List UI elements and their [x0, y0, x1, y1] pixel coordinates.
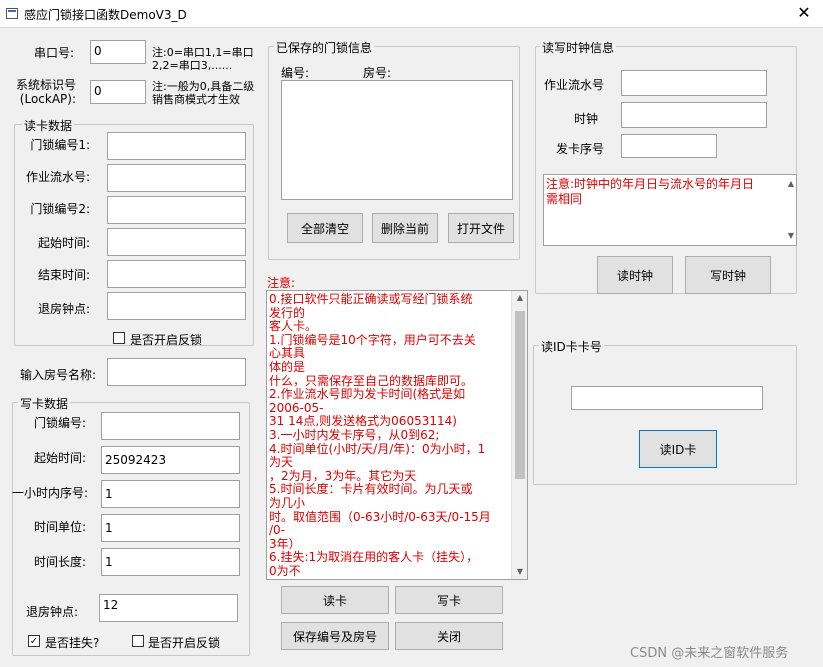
read-start-time-input[interactable] — [107, 228, 246, 256]
note-scroll-up-icon[interactable]: ▲ — [786, 179, 796, 188]
lost-checkbox[interactable]: ✓ — [28, 635, 40, 647]
read-serial-input[interactable] — [107, 164, 246, 192]
write-hour-seq-input[interactable]: 1 — [101, 480, 240, 508]
clock-seq-input[interactable] — [621, 134, 717, 158]
sysid-note: 注:一般为0,具备二级销售商模式才生效 — [152, 80, 255, 106]
notes-line: /0- — [269, 523, 286, 538]
read-lock-id1-input[interactable] — [107, 132, 246, 160]
sysid-label-line1: 系统标识号 — [15, 78, 76, 92]
read-serial-label: 作业流水号: — [25, 170, 90, 184]
app-icon — [6, 8, 18, 19]
clock-note-line2: 需相同 — [546, 192, 583, 206]
write-start-time-input[interactable]: 25092423 — [101, 446, 240, 474]
read-lock-id2-input[interactable] — [107, 196, 246, 224]
id-card-input[interactable] — [571, 386, 763, 410]
open-file-button[interactable]: 打开文件 — [448, 213, 514, 243]
window-title: 感应门锁接口函数DemoV3_D — [24, 8, 187, 22]
saved-col-id: 编号: — [281, 66, 310, 80]
delete-current-button[interactable]: 删除当前 — [372, 213, 438, 243]
read-reverse-lock-label: 是否开启反锁 — [130, 333, 203, 347]
read-clock-button[interactable]: 读时钟 — [597, 256, 673, 294]
port-input[interactable]: 0 — [90, 40, 146, 64]
notes-line: 6.挂失:1为取消在用的客人卡（挂失）， — [269, 550, 479, 565]
read-id-card-button[interactable]: 读ID卡 — [639, 430, 717, 468]
notes-label: 注意: — [267, 276, 296, 290]
write-checkout-label: 退房钟点: — [25, 605, 78, 619]
notes-line: 为天 — [269, 455, 294, 470]
read-card-button[interactable]: 读卡 — [281, 586, 389, 614]
sysid-label-line2: (LockAP): — [19, 92, 76, 106]
notes-line: 客人卡。 — [269, 319, 318, 334]
csdn-watermark: CSDN @未来之窗软件服务 — [630, 646, 789, 661]
notes-scrollbar[interactable]: ▲ ▼ — [511, 291, 527, 579]
clock-group-label: 读写时钟信息 — [540, 39, 617, 56]
clock-time-input[interactable] — [621, 102, 767, 128]
saved-col-room: 房号: — [363, 66, 392, 80]
sysid-input[interactable]: 0 — [90, 80, 146, 104]
write-time-length-input[interactable]: 1 — [101, 548, 240, 576]
close-button[interactable]: 关闭 — [395, 622, 503, 650]
clock-note-textarea[interactable]: 注意:时钟中的年月日与流水号的年月日 需相同 ▲ ▼ — [543, 174, 797, 246]
notes-line: 为几小 — [269, 495, 306, 510]
room-name-input[interactable] — [107, 358, 246, 386]
write-time-length-label: 时间长度: — [33, 555, 86, 569]
write-time-unit-input[interactable]: 1 — [101, 514, 240, 542]
notes-line: 2.作业流水号即为发卡时间(格式是如 — [269, 387, 466, 402]
room-name-label: 输入房号名称: — [19, 368, 96, 382]
notes-line: 4.时间单位(小时/天/月/年)：0为小时，1 — [269, 441, 486, 456]
read-card-group-label: 读卡数据 — [22, 117, 75, 134]
clear-all-button[interactable]: 全部清空 — [287, 213, 363, 243]
read-end-time-label: 结束时间: — [37, 268, 90, 282]
scroll-up-icon[interactable]: ▲ — [512, 293, 527, 302]
notes-line: 3.一小时内发卡序号，从0到62; — [269, 427, 440, 442]
scroll-down-icon[interactable]: ▼ — [512, 567, 527, 576]
notes-line: 1.门锁编号是10个字符，用户可不去关 — [269, 332, 476, 347]
notes-line: 5.时间长度：卡片有效时间。为几天或 — [269, 482, 473, 497]
note-scroll-down-icon[interactable]: ▼ — [786, 231, 796, 240]
port-note: 注:0=串口1,1=串口2,2=串口3,...... — [152, 46, 254, 72]
clock-time-label: 时钟 — [573, 112, 598, 126]
save-id-room-button[interactable]: 保存编号及房号 — [281, 622, 389, 650]
write-card-button[interactable]: 写卡 — [395, 586, 503, 614]
saved-locks-list[interactable] — [281, 80, 513, 200]
write-lock-id-label: 门锁编号: — [33, 416, 86, 430]
read-end-time-input[interactable] — [107, 260, 246, 288]
read-lock-id1-label: 门锁编号1: — [30, 138, 90, 152]
read-reverse-lock-checkbox[interactable] — [113, 332, 125, 344]
notes-line: 时。取值范围（0-63小时/0-63天/0-15月 — [269, 509, 491, 524]
clock-note-line1: 注意:时钟中的年月日与流水号的年月日 — [546, 177, 755, 191]
write-checkout-input[interactable]: 12 — [99, 594, 238, 622]
write-start-time-label: 起始时间: — [33, 451, 86, 465]
id-card-group-label: 读ID卡卡号 — [539, 338, 604, 355]
lost-label: 是否挂失? — [45, 636, 100, 650]
write-lock-id-input[interactable] — [101, 412, 240, 440]
clock-serial-label: 作业流水号 — [543, 78, 604, 92]
notes-line: 心其具 — [269, 346, 306, 361]
notes-line: 体的是 — [269, 359, 306, 374]
write-reverse-lock-checkbox[interactable] — [132, 635, 144, 647]
write-hour-seq-label: 一小时内序号: — [11, 486, 88, 500]
read-start-time-label: 起始时间: — [37, 236, 90, 250]
read-lock-id2-label: 门锁编号2: — [30, 202, 90, 216]
notes-text: 0.接口软件只能正确读或写经门锁系统 发行的 客人卡。 1.门锁编号是10个字符，用户… — [269, 292, 509, 578]
close-window-button[interactable]: ✕ — [790, 2, 818, 24]
clock-seq-label: 发卡序号 — [555, 142, 604, 156]
sysid-label: 系统标识号 (LockAP): — [10, 78, 76, 106]
write-reverse-lock-label: 是否开启反锁 — [148, 636, 221, 650]
scroll-thumb[interactable] — [515, 311, 525, 479]
notes-line: 0.接口软件只能正确读或写经门锁系统 — [269, 292, 473, 306]
write-time-unit-label: 时间单位: — [33, 520, 86, 534]
write-clock-button[interactable]: 写时钟 — [685, 256, 771, 294]
saved-locks-group-label: 已保存的门锁信息 — [274, 39, 375, 56]
port-label: 串口号: — [33, 46, 74, 60]
read-checkout-label: 退房钟点: — [37, 302, 90, 316]
read-checkout-input[interactable] — [107, 292, 246, 320]
notes-line: 0为不 — [269, 563, 301, 578]
clock-serial-input[interactable] — [621, 70, 767, 96]
write-card-group-label: 写卡数据 — [18, 395, 71, 412]
notes-line: 31 14点,则发送格式为06053114) — [269, 414, 457, 429]
notes-textarea[interactable]: 0.接口软件只能正确读或写经门锁系统 发行的 客人卡。 1.门锁编号是10个字符，用户… — [266, 290, 528, 580]
